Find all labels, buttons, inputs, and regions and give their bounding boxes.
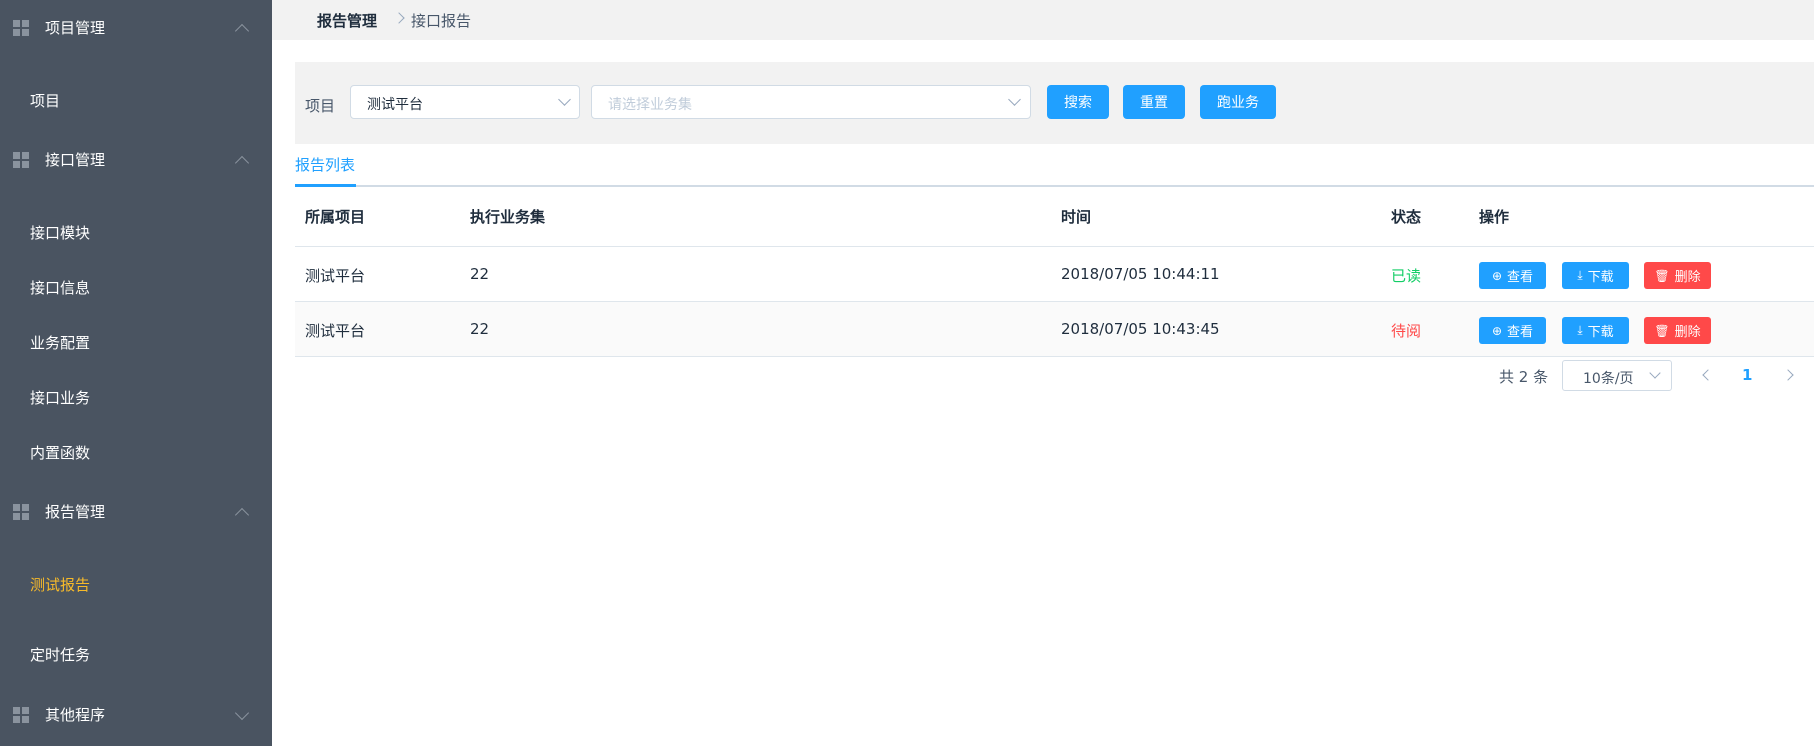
pagination-total: 共 2 条 (1499, 368, 1549, 386)
suite-select-placeholder: 请选择业务集 (608, 97, 692, 113)
column-header-actions: 操作 (1479, 208, 1510, 226)
sidebar-group-label: 接口管理 (45, 150, 106, 169)
grid-icon (13, 707, 29, 723)
sidebar-item-test-report[interactable]: 测试报告 (30, 574, 90, 595)
sidebar-item-builtin-functions[interactable]: 内置函数 (30, 442, 90, 463)
download-button-label: 下载 (1587, 270, 1614, 285)
zoom-in-icon: ⊕ (1491, 268, 1503, 283)
sidebar-group-api-management[interactable]: 接口管理 (0, 132, 272, 186)
reset-button[interactable]: 重置 (1123, 85, 1185, 119)
cell-project: 测试平台 (305, 267, 366, 285)
cell-project: 测试平台 (305, 322, 366, 340)
cell-time: 2018/07/05 10:43:45 (1061, 320, 1220, 338)
sidebar-group-project-management[interactable]: 项目管理 (0, 0, 272, 54)
breadcrumb-parent[interactable]: 报告管理 (317, 10, 377, 31)
table-row: 测试平台 22 2018/07/05 10:43:45 待阅 ⊕ 查看 ⤓ 下载 🗑… (295, 302, 1814, 357)
delete-button-label: 删除 (1674, 270, 1701, 285)
column-header-project: 所属项目 (305, 208, 366, 226)
page-number[interactable]: 1 (1742, 366, 1752, 384)
chevron-right-icon (393, 12, 405, 24)
view-button[interactable]: ⊕ 查看 (1479, 262, 1546, 289)
trash-icon: 🗑 (1654, 268, 1670, 283)
suite-select[interactable]: 请选择业务集 (591, 85, 1031, 119)
download-button[interactable]: ⤓ 下载 (1562, 262, 1629, 289)
chevron-down-icon (1649, 367, 1661, 379)
sidebar-item-project[interactable]: 项目 (30, 90, 60, 111)
download-icon: ⤓ (1577, 268, 1583, 282)
cell-time: 2018/07/05 10:44:11 (1061, 265, 1220, 283)
tab-report-list[interactable]: 报告列表 (295, 154, 355, 175)
view-button-label: 查看 (1507, 270, 1534, 285)
sidebar-item-api-business[interactable]: 接口业务 (30, 387, 90, 408)
sidebar-group-label: 项目管理 (45, 18, 106, 37)
cell-suite: 22 (470, 265, 490, 283)
grid-icon (13, 152, 29, 168)
chevron-up-icon (234, 155, 250, 171)
app: 项目管理 项目 接口管理 接口模块 接口信息 业务配置 接口业务 内置函数 报告… (0, 0, 1814, 746)
table-row: 测试平台 22 2018/07/05 10:44:11 已读 ⊕ 查看 ⤓ 下载 🗑… (295, 247, 1814, 302)
zoom-in-icon: ⊕ (1491, 323, 1503, 338)
view-button[interactable]: ⊕ 查看 (1479, 317, 1546, 344)
sidebar-group-label: 报告管理 (45, 502, 106, 521)
sidebar: 项目管理 项目 接口管理 接口模块 接口信息 业务配置 接口业务 内置函数 报告… (0, 0, 272, 746)
sidebar-group-label: 其他程序 (45, 705, 106, 724)
column-header-status: 状态 (1391, 208, 1422, 226)
download-button[interactable]: ⤓ 下载 (1562, 317, 1629, 344)
next-page-icon[interactable] (1782, 369, 1794, 381)
tab-bar-divider (295, 185, 1814, 187)
status-badge: 已读 (1391, 267, 1422, 285)
cell-suite: 22 (470, 320, 490, 338)
project-filter-label: 项目 (305, 97, 336, 115)
project-select[interactable]: 测试平台 (350, 85, 580, 119)
column-header-time: 时间 (1061, 208, 1092, 226)
grid-icon (13, 504, 29, 520)
chevron-down-icon (234, 705, 250, 721)
run-business-button[interactable]: 跑业务 (1200, 85, 1276, 119)
download-button-label: 下载 (1587, 325, 1614, 340)
sidebar-item-api-module[interactable]: 接口模块 (30, 222, 90, 243)
delete-button[interactable]: 🗑 删除 (1644, 317, 1711, 344)
chevron-up-icon (234, 23, 250, 39)
page-size-select[interactable]: 10条/页 (1562, 360, 1672, 391)
project-select-value: 测试平台 (367, 97, 423, 113)
sidebar-item-api-info[interactable]: 接口信息 (30, 277, 90, 298)
delete-button-label: 删除 (1674, 325, 1701, 340)
sidebar-item-business-config[interactable]: 业务配置 (30, 332, 90, 353)
grid-icon (13, 20, 29, 36)
status-badge: 待阅 (1391, 322, 1422, 340)
download-icon: ⤓ (1577, 323, 1583, 337)
chevron-down-icon (1008, 93, 1021, 106)
column-header-suite: 执行业务集 (470, 208, 546, 226)
active-tab-indicator (295, 184, 356, 187)
sidebar-group-report-management[interactable]: 报告管理 (0, 484, 272, 538)
trash-icon: 🗑 (1654, 323, 1670, 338)
page-size-value: 10条/页 (1583, 371, 1634, 387)
chevron-up-icon (234, 507, 250, 523)
chevron-down-icon (558, 93, 571, 106)
sidebar-item-scheduled-tasks[interactable]: 定时任务 (30, 644, 90, 665)
filter-panel: 项目 测试平台 请选择业务集 搜索 重置 跑业务 (295, 62, 1814, 144)
sidebar-group-other-programs[interactable]: 其他程序 (0, 687, 272, 741)
search-button[interactable]: 搜索 (1047, 85, 1109, 119)
view-button-label: 查看 (1507, 325, 1534, 340)
breadcrumb-current: 接口报告 (411, 12, 472, 30)
delete-button[interactable]: 🗑 删除 (1644, 262, 1711, 289)
breadcrumb: 报告管理 接口报告 (272, 0, 1814, 40)
prev-page-icon[interactable] (1702, 369, 1714, 381)
